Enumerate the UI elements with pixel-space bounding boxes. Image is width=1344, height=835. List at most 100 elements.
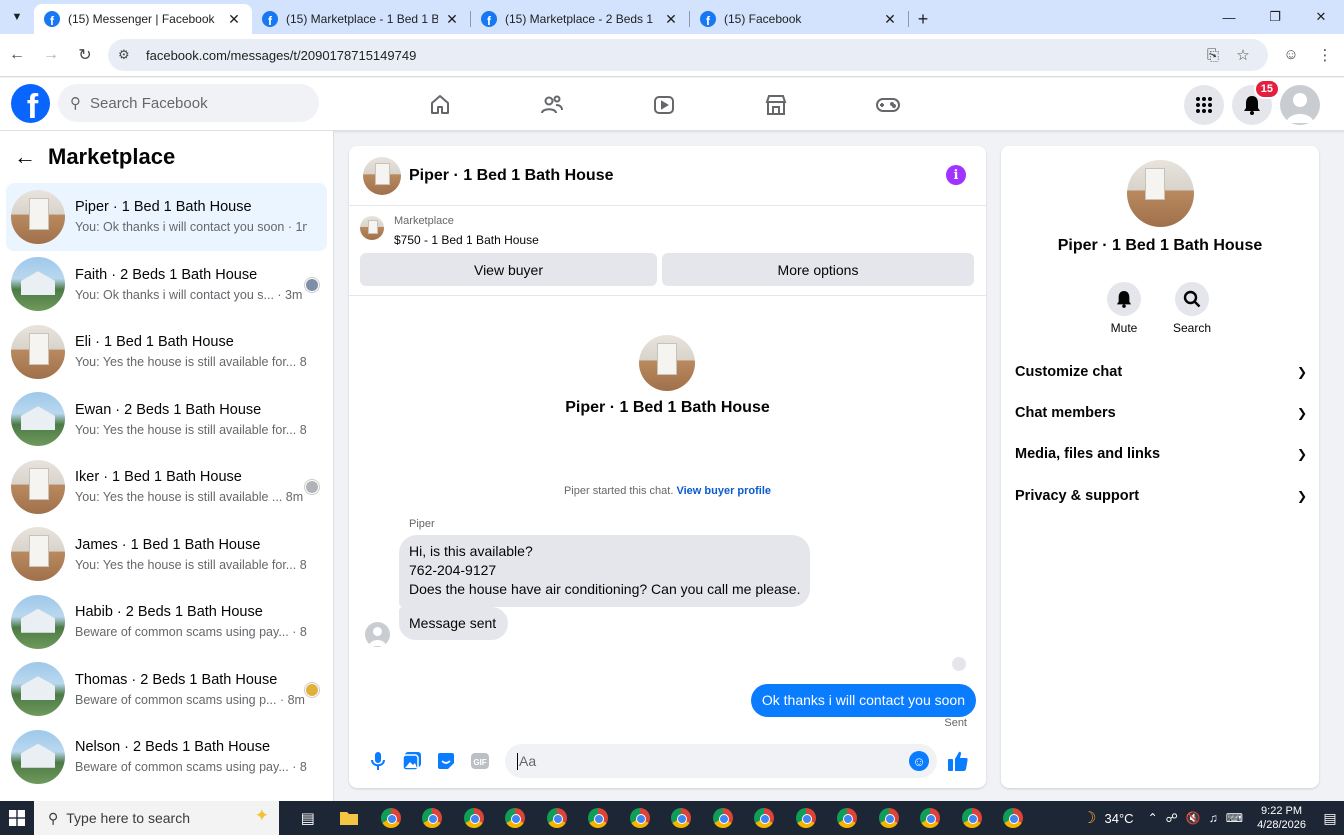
browser-tab-facebook[interactable]: f (15) Facebook ✕	[690, 4, 908, 34]
chrome-taskbar-icon[interactable]	[495, 801, 537, 835]
file-explorer-icon[interactable]	[329, 801, 371, 835]
sticker-icon[interactable]	[429, 744, 463, 778]
chrome-taskbar-icon[interactable]	[412, 801, 454, 835]
gaming-icon[interactable]	[832, 78, 944, 131]
chrome-taskbar-icon[interactable]	[785, 801, 827, 835]
account-avatar[interactable]	[1280, 85, 1320, 125]
privacy-support-section[interactable]: Privacy & support ❯	[1015, 481, 1307, 511]
close-tab-icon[interactable]: ✕	[882, 11, 898, 28]
address-bar[interactable]: ⚙ facebook.com/messages/t/20901787151497…	[108, 39, 1268, 71]
close-tab-icon[interactable]: ✕	[663, 11, 679, 28]
windows-start-icon[interactable]	[0, 810, 34, 826]
conversation-item[interactable]: Nelson · 2 Beds 1 Bath House Beware of co…	[6, 723, 327, 791]
gif-icon[interactable]: GIF	[463, 744, 497, 778]
show-hidden-icons-icon[interactable]: ⌃	[1148, 811, 1158, 825]
conversation-item[interactable]: Habib · 2 Beds 1 Bath House Beware of com…	[6, 588, 327, 656]
conversation-item[interactable]: Thomas · 2 Beds 1 Bath House Beware of co…	[6, 656, 327, 724]
customize-chat-section[interactable]: Customize chat ❯	[1015, 357, 1307, 387]
weather-icon[interactable]: ☽	[1082, 808, 1096, 828]
taskbar-search-input[interactable]: ⚲ Type here to search ✦	[34, 801, 279, 835]
emoji-icon[interactable]: ☺	[909, 751, 929, 771]
conversation-item[interactable]: James · 1 Bed 1 Bath House You: Yes the h…	[6, 521, 327, 589]
new-tab-button[interactable]: +	[909, 4, 937, 34]
chrome-taskbar-icon[interactable]	[827, 801, 869, 835]
mute-action[interactable]: Mute	[1094, 282, 1154, 335]
chrome-taskbar-icon[interactable]	[661, 801, 703, 835]
incoming-message[interactable]: Hi, is this available? 762-204-9127 Does…	[399, 535, 811, 607]
keyboard-icon[interactable]: ⌨	[1226, 811, 1243, 825]
search-facebook-input[interactable]: ⚲ Search Facebook	[58, 84, 319, 122]
conversation-item[interactable]: Iker · 1 Bed 1 Bath House You: Yes the ho…	[6, 453, 327, 521]
chrome-taskbar-icon[interactable]	[619, 801, 661, 835]
chrome-taskbar-icon[interactable]	[578, 801, 620, 835]
friends-icon[interactable]	[496, 78, 608, 131]
close-window-icon[interactable]: ✕	[1298, 9, 1344, 25]
photo-attach-icon[interactable]	[395, 744, 429, 778]
restore-icon[interactable]: ❐	[1252, 9, 1298, 25]
tab-search-chevron-icon[interactable]: ▼	[4, 4, 30, 30]
chrome-taskbar-icon[interactable]	[744, 801, 786, 835]
volume-muted-icon[interactable]: 🔇	[1186, 811, 1201, 825]
notifications-bell-icon[interactable]: 15	[1232, 79, 1280, 125]
more-options-button[interactable]: More options	[662, 253, 974, 286]
minimize-icon[interactable]: —	[1206, 10, 1252, 25]
video-icon[interactable]	[608, 78, 720, 131]
browser-tab-marketplace-2beds[interactable]: f (15) Marketplace - 2 Beds 1 Bat ✕	[471, 4, 689, 34]
profile-icon[interactable]: ☺	[1274, 46, 1308, 64]
chrome-menu-icon[interactable]: ⋮	[1308, 46, 1342, 64]
details-avatar[interactable]	[1127, 160, 1194, 227]
chrome-taskbar-icon[interactable]	[868, 801, 910, 835]
search-icon[interactable]	[1175, 282, 1209, 316]
task-view-icon[interactable]: ▤	[287, 801, 329, 835]
chrome-taskbar-icon[interactable]	[910, 801, 952, 835]
back-arrow-icon[interactable]: ←	[14, 144, 36, 170]
browser-tab-messenger[interactable]: f (15) Messenger | Facebook ✕	[34, 4, 252, 34]
temperature[interactable]: 34°C	[1105, 811, 1134, 826]
chat-title[interactable]: Piper · 1 Bed 1 Bath House	[409, 167, 614, 185]
chat-header: Piper · 1 Bed 1 Bath House i	[349, 146, 986, 206]
chrome-taskbar-icon[interactable]	[370, 801, 412, 835]
facebook-logo-icon[interactable]: f	[11, 84, 50, 123]
view-buyer-button[interactable]: View buyer	[360, 253, 657, 286]
chrome-taskbar-icon[interactable]	[536, 801, 578, 835]
conversation-info-icon[interactable]: i	[946, 165, 966, 185]
conversation-item[interactable]: Ewan · 2 Beds 1 Bath House You: Yes the h…	[6, 386, 327, 454]
listing-title[interactable]: $750 - 1 Bed 1 Bath House	[394, 233, 539, 247]
listing-thumbnail[interactable]	[360, 216, 384, 240]
media-files-links-section[interactable]: Media, files and links ❯	[1015, 439, 1307, 469]
close-tab-icon[interactable]: ✕	[444, 11, 460, 28]
conversation-item[interactable]: Eli · 1 Bed 1 Bath House You: Yes the hou…	[6, 318, 327, 386]
chrome-taskbar-icon[interactable]	[993, 801, 1035, 835]
search-action[interactable]: Search	[1162, 282, 1222, 335]
notification-center-icon[interactable]: ▤	[1316, 810, 1344, 827]
close-tab-icon[interactable]: ✕	[226, 11, 242, 28]
install-app-icon[interactable]: ⎘	[1198, 47, 1228, 64]
browser-tab-marketplace-1bed[interactable]: f (15) Marketplace - 1 Bed 1 Bath ✕	[252, 4, 470, 34]
network-icon[interactable]: ☍	[1166, 811, 1178, 825]
chrome-taskbar-icon[interactable]	[951, 801, 993, 835]
menu-grid-icon[interactable]	[1184, 85, 1224, 125]
like-thumbs-up-icon[interactable]	[941, 744, 975, 778]
view-buyer-profile-link[interactable]: View buyer profile	[676, 485, 771, 497]
conversation-item[interactable]: Faith · 2 Beds 1 Bath House You: Ok thank…	[6, 251, 327, 319]
outgoing-message[interactable]: Ok thanks i will contact you soon	[750, 684, 976, 717]
microphone-icon[interactable]	[361, 744, 395, 778]
mute-bell-icon[interactable]	[1107, 282, 1141, 316]
marketplace-icon[interactable]	[720, 78, 832, 131]
conversation-item[interactable]: Piper · 1 Bed 1 Bath House You: Ok thanks…	[6, 183, 327, 251]
speaker-icon[interactable]: ♫	[1209, 811, 1218, 825]
sender-avatar[interactable]	[365, 622, 390, 647]
bookmark-star-icon[interactable]: ☆	[1228, 46, 1258, 64]
message-input[interactable]: Aa ☺	[505, 744, 937, 778]
chat-members-section[interactable]: Chat members ❯	[1015, 398, 1307, 428]
forward-icon[interactable]: →	[34, 38, 68, 72]
chrome-taskbar-icon[interactable]	[453, 801, 495, 835]
system-clock[interactable]: 9:22 PM 4/28/2026	[1257, 804, 1306, 832]
chrome-taskbar-icon[interactable]	[702, 801, 744, 835]
home-icon[interactable]	[384, 78, 496, 131]
site-settings-icon[interactable]: ⚙	[118, 47, 140, 63]
incoming-message-auto[interactable]: Message sent	[399, 607, 509, 640]
back-icon[interactable]: ←	[0, 38, 34, 72]
chat-avatar[interactable]	[363, 156, 401, 195]
reload-icon[interactable]: ↻	[68, 38, 102, 72]
